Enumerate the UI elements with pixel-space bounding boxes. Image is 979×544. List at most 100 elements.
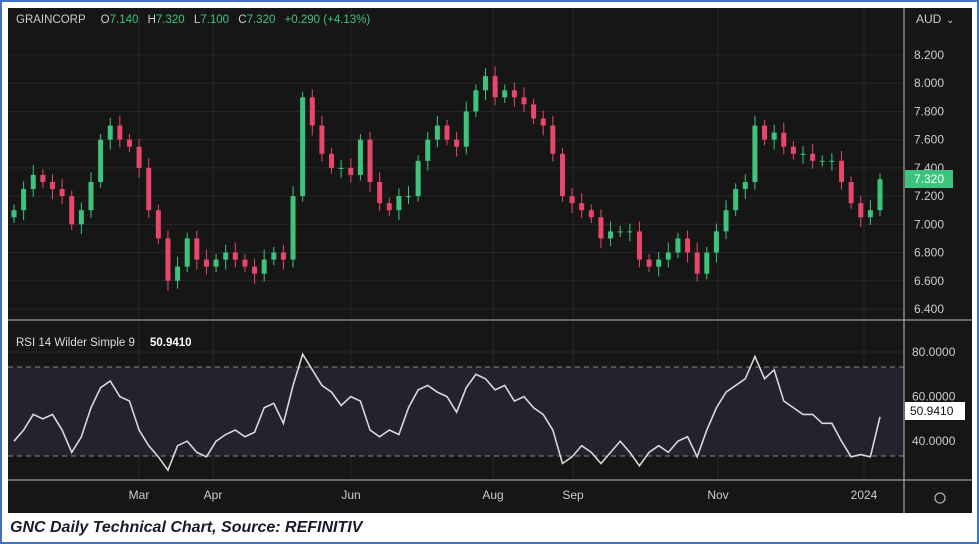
candle-body — [184, 238, 190, 267]
settings-gear-icon[interactable] — [934, 492, 946, 504]
candle-body — [59, 189, 65, 197]
chart-panel[interactable]: 8.200 8.000 7.800 7.600 7.400 7.200 7.000 6.800… — [8, 8, 972, 513]
candle-body — [473, 90, 479, 112]
candle-body — [175, 266, 181, 281]
open-label: O — [101, 14, 110, 26]
candle-body — [223, 252, 229, 260]
time-tick-label: Mar — [129, 488, 150, 502]
candle-body — [30, 174, 36, 190]
candle-body — [540, 118, 546, 126]
ohlc-legend: GRAINCORP O7.140 H7.320 L7.100 C7.320 +0… — [16, 14, 370, 26]
candle-body — [329, 153, 335, 168]
currency-selector[interactable]: AUD — [916, 12, 942, 26]
candle-body — [867, 210, 873, 218]
candle-body — [771, 132, 777, 140]
candle-body — [675, 238, 681, 253]
candle-body — [454, 139, 460, 147]
price-tick-label: 7.600 — [914, 133, 944, 147]
close-label: C — [238, 14, 246, 26]
rsi-tick-label: 40.0000 — [912, 434, 956, 448]
candle-body — [800, 153, 806, 155]
candle-body — [117, 125, 123, 140]
candle-body — [136, 146, 142, 168]
candle-body — [790, 146, 796, 154]
candle-body — [781, 132, 787, 147]
candle-body — [742, 181, 748, 190]
candle-body — [203, 259, 209, 267]
candle-body — [232, 252, 238, 260]
candle-body — [762, 125, 768, 140]
candle-body — [126, 139, 132, 147]
candle-body — [78, 210, 84, 225]
candle-body — [608, 231, 614, 239]
high-value: 7.320 — [156, 14, 185, 26]
candle-body — [550, 125, 556, 154]
candle-body — [839, 160, 845, 182]
candle-body — [627, 231, 633, 233]
time-tick-label: Nov — [707, 488, 728, 502]
price-tick-label: 7.200 — [914, 189, 944, 203]
candle-body — [98, 139, 104, 182]
candle-body — [300, 97, 306, 197]
candle-body — [261, 259, 267, 274]
candle-body — [502, 90, 508, 98]
candle-body — [348, 167, 354, 175]
candle-body — [252, 266, 258, 274]
candle-body — [11, 210, 17, 218]
chevron-down-icon[interactable]: ⌄ — [946, 15, 954, 26]
candle-body — [521, 97, 527, 105]
candle-body — [685, 238, 691, 253]
price-tick-label: 6.600 — [914, 274, 944, 288]
open-value: 7.140 — [110, 14, 139, 26]
candle-body — [434, 125, 440, 140]
price-tick-label: 6.800 — [914, 246, 944, 260]
candle-body — [88, 181, 94, 211]
candle-body — [40, 174, 46, 182]
rsi-tick-label: 80.0000 — [912, 345, 956, 359]
candles — [11, 66, 883, 291]
candle-body — [723, 210, 729, 232]
high-label: H — [148, 14, 156, 26]
candle-body — [463, 111, 469, 147]
price-tick-label: 7.000 — [914, 217, 944, 231]
candle-body — [155, 210, 161, 239]
candle-body — [242, 259, 248, 267]
candle-body — [482, 76, 488, 91]
candle-body — [492, 76, 498, 98]
candle-body — [280, 252, 286, 260]
candle-body — [877, 179, 883, 211]
candle-body — [511, 90, 517, 98]
candle-body — [713, 231, 719, 253]
candle-body — [646, 259, 652, 267]
last-price-label: 7.320 — [914, 172, 944, 186]
candle-body — [531, 104, 537, 119]
candle-body — [69, 196, 75, 225]
chart-svg[interactable]: 8.2008.0007.8007.6007.4007.2007.0006.800… — [8, 8, 972, 513]
candle-body — [829, 160, 835, 162]
candle-body — [338, 167, 344, 169]
candle-body — [194, 238, 200, 260]
candle-body — [559, 153, 565, 197]
price-tick-label: 8.000 — [914, 76, 944, 90]
low-value: 7.100 — [200, 14, 229, 26]
candle-body — [319, 125, 325, 154]
candle-body — [425, 139, 431, 161]
candle-body — [49, 181, 55, 190]
candle-body — [213, 259, 219, 267]
rsi-legend-value: 50.9410 — [150, 337, 192, 349]
candle-body — [656, 259, 662, 267]
candle-body — [819, 160, 825, 162]
candle-body — [810, 153, 816, 161]
candle-body — [386, 203, 392, 211]
time-tick-label: Jun — [341, 488, 360, 502]
figure-caption: GNC Daily Technical Chart, Source: REFIN… — [10, 519, 363, 536]
candle-body — [858, 203, 864, 218]
figure-frame: 8.200 8.000 7.800 7.600 7.400 7.200 7.000 6.800… — [0, 0, 979, 544]
candle-body — [588, 210, 594, 218]
candle-body — [415, 160, 421, 197]
symbol-label: GRAINCORP — [16, 14, 86, 26]
rsi-legend: RSI 14 Wilder Simple 9 — [16, 337, 135, 349]
candle-body — [146, 167, 152, 211]
candle-body — [396, 196, 402, 211]
candle-body — [665, 252, 671, 260]
